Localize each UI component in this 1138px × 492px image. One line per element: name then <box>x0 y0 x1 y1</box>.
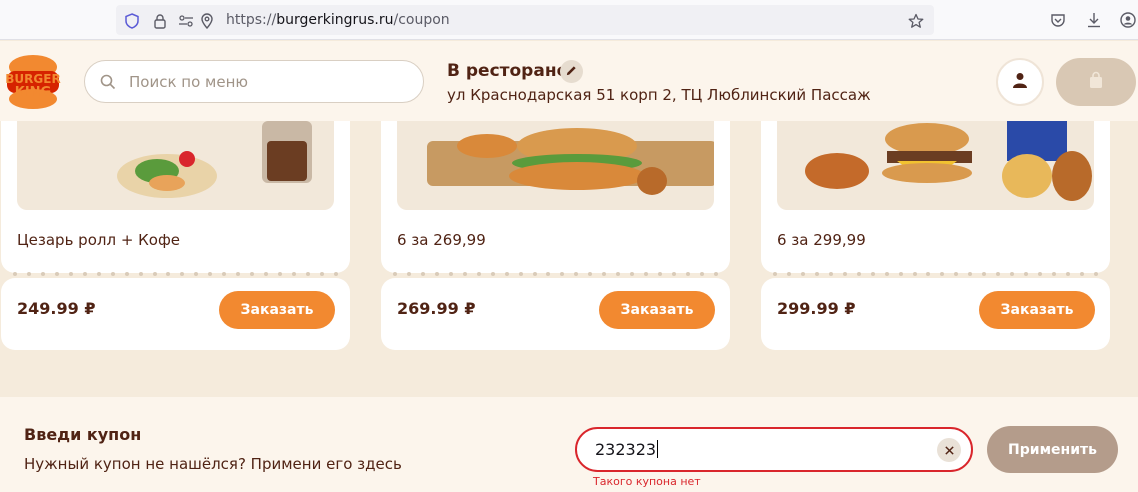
coupon-panel: Введи купон Нужный купон не нашёлся? При… <box>0 397 1138 492</box>
browser-toolbar: https://burgerkingrus.ru/coupon <box>0 0 1138 40</box>
url-path: /coupon <box>393 12 450 28</box>
url-scheme: https:// <box>226 12 277 28</box>
order-button[interactable]: Заказать <box>599 291 715 329</box>
url-host: burgerkingrus.ru <box>276 12 394 28</box>
pocket-icon[interactable] <box>1050 12 1066 28</box>
bookmark-star-icon[interactable] <box>908 13 924 29</box>
shield-icon[interactable] <box>124 13 140 29</box>
site-header: BURGER KING Поиск по меню В ресторане ул… <box>0 41 1138 121</box>
search-placeholder: Поиск по меню <box>129 73 249 91</box>
apply-coupon-button[interactable]: Применить <box>987 426 1118 473</box>
coupon-error-message: Такого купона нет <box>593 475 701 488</box>
url-text[interactable]: https://burgerkingrus.ru/coupon <box>226 12 450 28</box>
location-icon[interactable] <box>199 13 215 29</box>
coupon-title: Введи купон <box>24 425 142 444</box>
product-price: 269.99 ₽ <box>397 299 476 318</box>
burger-king-logo[interactable]: BURGER KING <box>5 53 61 111</box>
product-name: 6 за 299,99 <box>777 231 866 249</box>
text-caret <box>657 440 659 458</box>
card-divider <box>761 271 1110 277</box>
permissions-icon[interactable] <box>178 13 194 29</box>
address-bar[interactable]: https://burgerkingrus.ru/coupon <box>116 5 934 35</box>
user-icon <box>1011 71 1029 93</box>
download-icon[interactable] <box>1086 12 1102 28</box>
edit-address-button[interactable] <box>560 60 583 83</box>
product-image[interactable] <box>777 121 1094 210</box>
product-price: 299.99 ₽ <box>777 299 856 318</box>
coupon-code-value: 232323 <box>595 440 657 459</box>
shopping-bag-icon <box>1087 71 1105 93</box>
order-button[interactable]: Заказать <box>219 291 335 329</box>
cart-button[interactable] <box>1056 58 1136 106</box>
profile-button[interactable] <box>996 58 1044 106</box>
card-divider <box>1 271 350 277</box>
product-name: Цезарь ролл + Кофе <box>17 231 181 249</box>
product-card[interactable]: 6 за 299,99 <box>761 121 1110 273</box>
lock-icon[interactable] <box>152 13 168 29</box>
product-card-footer: 299.99 ₽ Заказать <box>761 278 1110 350</box>
product-name: 6 за 269,99 <box>397 231 486 249</box>
product-card[interactable]: Цезарь ролл + Кофе <box>1 121 350 273</box>
logo-text-bottom: KING <box>15 85 51 100</box>
product-card-footer: 249.99 ₽ Заказать <box>1 278 350 350</box>
order-button[interactable]: Заказать <box>979 291 1095 329</box>
search-icon <box>100 74 116 90</box>
account-icon[interactable] <box>1120 12 1136 28</box>
logo-text-top: BURGER <box>5 72 60 86</box>
close-icon <box>944 441 955 460</box>
coupon-code-input[interactable]: 232323 <box>575 427 973 472</box>
restaurant-address[interactable]: ул Краснодарская 51 корп 2, ТЦ Люблински… <box>447 86 871 104</box>
order-mode-title[interactable]: В ресторане <box>447 61 568 81</box>
product-card-footer: 269.99 ₽ Заказать <box>381 278 730 350</box>
product-image[interactable] <box>397 121 714 210</box>
search-input[interactable]: Поиск по меню <box>84 60 424 103</box>
product-card[interactable]: 6 за 269,99 <box>381 121 730 273</box>
pencil-icon <box>565 62 578 81</box>
clear-input-button[interactable] <box>937 438 961 462</box>
product-price: 249.99 ₽ <box>17 299 96 318</box>
product-image[interactable] <box>17 121 334 210</box>
coupon-subtitle: Нужный купон не нашёлся? Примени его зде… <box>24 455 402 473</box>
card-divider <box>381 271 730 277</box>
